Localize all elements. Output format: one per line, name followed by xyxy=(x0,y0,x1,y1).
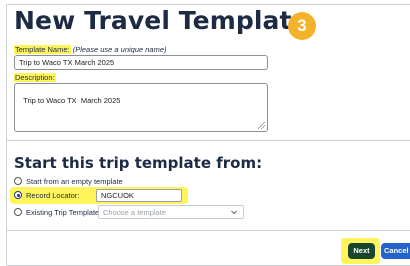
section-divider xyxy=(6,140,410,141)
radio-existing-template[interactable] xyxy=(14,208,22,216)
radio-record-locator[interactable] xyxy=(14,191,22,199)
form-panel xyxy=(6,4,410,266)
cancel-button[interactable]: Cancel xyxy=(381,243,410,259)
description-textarea[interactable]: Trip to Waco TX March 2025 xyxy=(14,83,268,132)
existing-template-placeholder: Choose a template xyxy=(103,208,166,217)
section-heading: Start this trip template from: xyxy=(14,154,263,172)
chevron-down-icon xyxy=(231,210,237,215)
option-existing-template-label: Existing Trip Template: xyxy=(26,207,102,217)
existing-template-select[interactable]: Choose a template xyxy=(98,205,244,219)
description-text: Trip to Waco TX March 2025 xyxy=(23,96,121,105)
description-label-row: Description: xyxy=(14,73,56,82)
record-locator-input[interactable]: NGCUOK xyxy=(96,189,182,202)
page-title: New Travel Template xyxy=(14,6,309,35)
template-name-label: Template Name: xyxy=(14,45,71,54)
description-label: Description: xyxy=(14,73,56,82)
template-name-input[interactable]: Trip to Waco TX March 2025 xyxy=(14,55,268,70)
next-button[interactable]: Next xyxy=(348,243,375,259)
option-record-locator[interactable]: Record Locator: xyxy=(14,187,79,203)
step-badge: 3 xyxy=(288,12,316,40)
footer-divider xyxy=(6,230,410,231)
resize-handle-icon[interactable] xyxy=(258,122,265,129)
option-existing-template[interactable]: Existing Trip Template: xyxy=(14,204,101,220)
template-name-hint: (Please use a unique name) xyxy=(72,45,167,54)
option-record-locator-label: Record Locator: xyxy=(26,190,80,200)
option-empty-template-label: Start from an empty template xyxy=(26,176,123,186)
template-name-label-row: Template Name: (Please use a unique name… xyxy=(14,45,167,54)
radio-empty-template[interactable] xyxy=(14,177,22,185)
